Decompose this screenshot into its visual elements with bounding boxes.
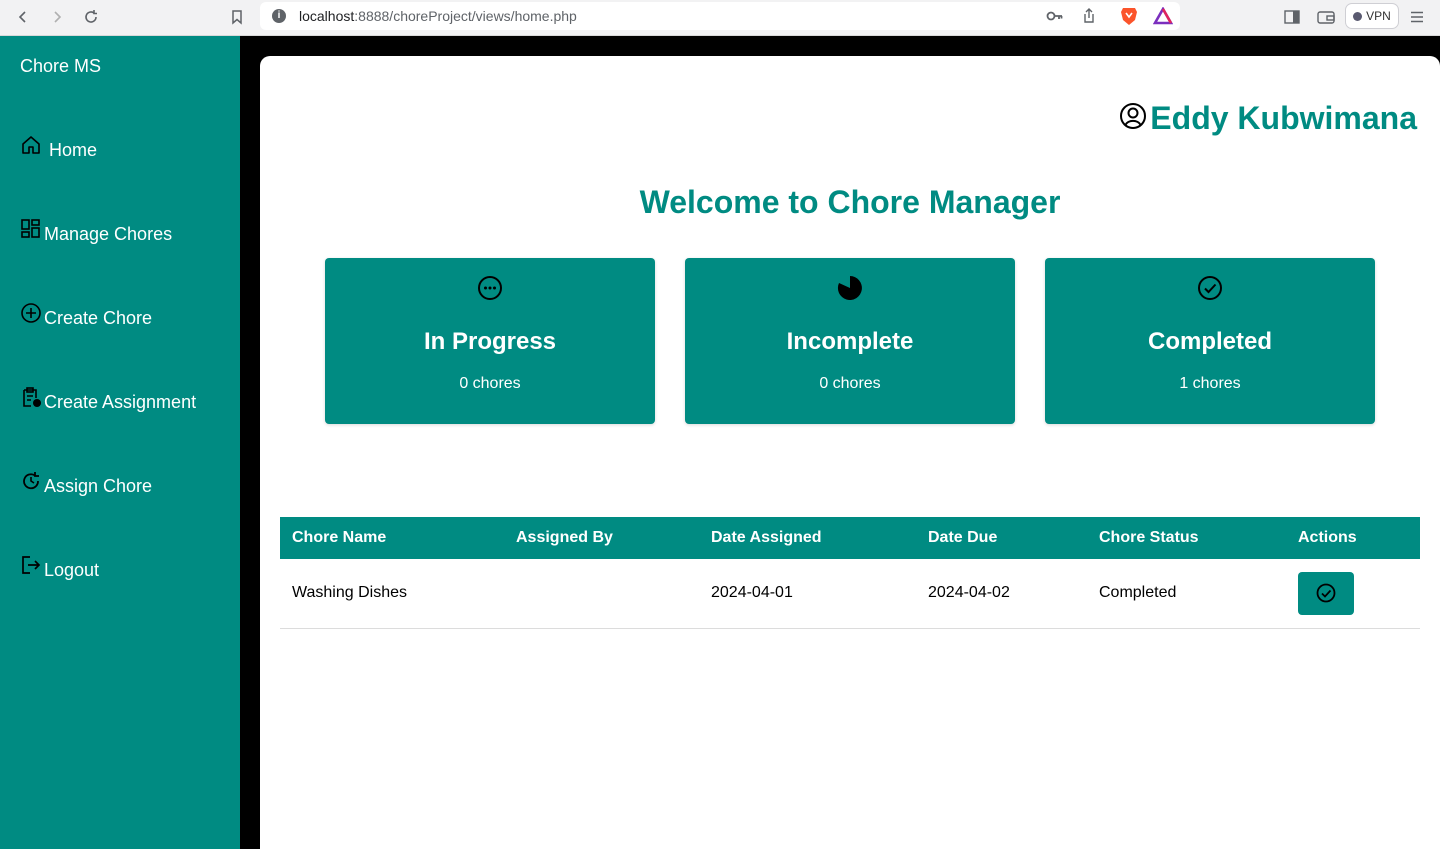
main-panel: Eddy Kubwimana Welcome to Chore Manager …: [260, 56, 1440, 849]
card-incomplete[interactable]: Incomplete 0 chores: [685, 258, 1015, 424]
forward-icon[interactable]: [46, 6, 68, 28]
clipboard-icon: [20, 386, 44, 410]
card-count: 0 chores: [459, 375, 521, 392]
page-title: Welcome to Chore Manager: [639, 184, 1061, 220]
user-profile[interactable]: Eddy Kubwimana: [1118, 100, 1417, 137]
card-count: 1 chores: [1179, 375, 1241, 392]
check-circle-icon: [1316, 583, 1336, 603]
reload-icon[interactable]: [80, 6, 102, 28]
vpn-button[interactable]: VPN: [1345, 3, 1399, 29]
card-count: 0 chores: [819, 375, 881, 392]
column-header: Date Due: [916, 517, 1087, 559]
card-title: Completed: [1147, 328, 1272, 355]
sidebar-item-manage-chores[interactable]: Manage Chores: [20, 218, 172, 245]
menu-icon[interactable]: [1406, 6, 1428, 28]
sidebar: Chore MS Home Manage Chores Create Chore…: [0, 36, 240, 849]
date-assigned-cell: 2024-04-01: [699, 559, 916, 629]
table-row: Washing Dishes 2024-04-01 2024-04-02 Com…: [280, 559, 1420, 629]
user-name: Eddy Kubwimana: [1150, 100, 1417, 136]
status-cell: Completed: [1087, 559, 1286, 629]
brand-title: Chore MS: [20, 56, 102, 76]
column-header: Actions: [1286, 517, 1420, 559]
refresh-icon: [20, 470, 44, 494]
check-circle-icon: [1197, 275, 1223, 301]
column-header: Chore Status: [1087, 517, 1286, 559]
column-header: Assigned By: [504, 517, 699, 559]
chores-table: Chore Name Assigned By Date Assigned Dat…: [280, 517, 1420, 629]
complete-chore-button[interactable]: [1298, 571, 1354, 615]
column-header: Date Assigned: [699, 517, 916, 559]
address-bar[interactable]: i localhost:8888/choreProject/views/home…: [260, 2, 1180, 30]
dashboard-icon: [20, 218, 44, 242]
card-title: Incomplete: [786, 328, 914, 355]
sidebar-toggle-icon[interactable]: [1281, 6, 1303, 28]
table-header-row: Chore Name Assigned By Date Assigned Dat…: [280, 517, 1420, 559]
pie-icon: [837, 275, 863, 301]
card-completed[interactable]: Completed 1 chores: [1045, 258, 1375, 424]
home-icon: [20, 134, 44, 158]
browser-toolbar: i localhost:8888/choreProject/views/home…: [0, 0, 1440, 36]
sidebar-item-logout[interactable]: Logout: [20, 554, 99, 581]
chore-name-cell: Washing Dishes: [280, 559, 504, 629]
key-icon[interactable]: [1044, 5, 1066, 27]
back-icon[interactable]: [12, 6, 34, 28]
date-due-cell: 2024-04-02: [916, 559, 1087, 629]
info-icon[interactable]: i: [272, 9, 286, 23]
vpn-status-icon: [1353, 11, 1363, 21]
logout-icon: [20, 554, 44, 578]
wallet-icon[interactable]: [1315, 6, 1337, 28]
sidebar-item-home[interactable]: Home: [20, 134, 97, 161]
card-title: In Progress: [423, 328, 557, 355]
assigned-by-cell: [504, 559, 699, 629]
share-icon[interactable]: [1078, 5, 1100, 27]
actions-cell: [1286, 559, 1420, 629]
dots-circle-icon: [477, 275, 503, 301]
brave-shield-icon[interactable]: [1118, 5, 1140, 27]
card-in-progress[interactable]: In Progress 0 chores: [325, 258, 655, 424]
plus-circle-icon: [20, 302, 44, 326]
user-circle-icon: [1118, 101, 1148, 131]
sidebar-item-assign-chore[interactable]: Assign Chore: [20, 470, 152, 497]
sidebar-item-create-assignment[interactable]: Create Assignment: [20, 386, 196, 413]
brave-rewards-icon[interactable]: [1152, 5, 1174, 27]
bookmark-icon[interactable]: [226, 6, 248, 28]
url-text: localhost:8888/choreProject/views/home.p…: [299, 8, 577, 24]
column-header: Chore Name: [280, 517, 504, 559]
sidebar-item-create-chore[interactable]: Create Chore: [20, 302, 152, 329]
